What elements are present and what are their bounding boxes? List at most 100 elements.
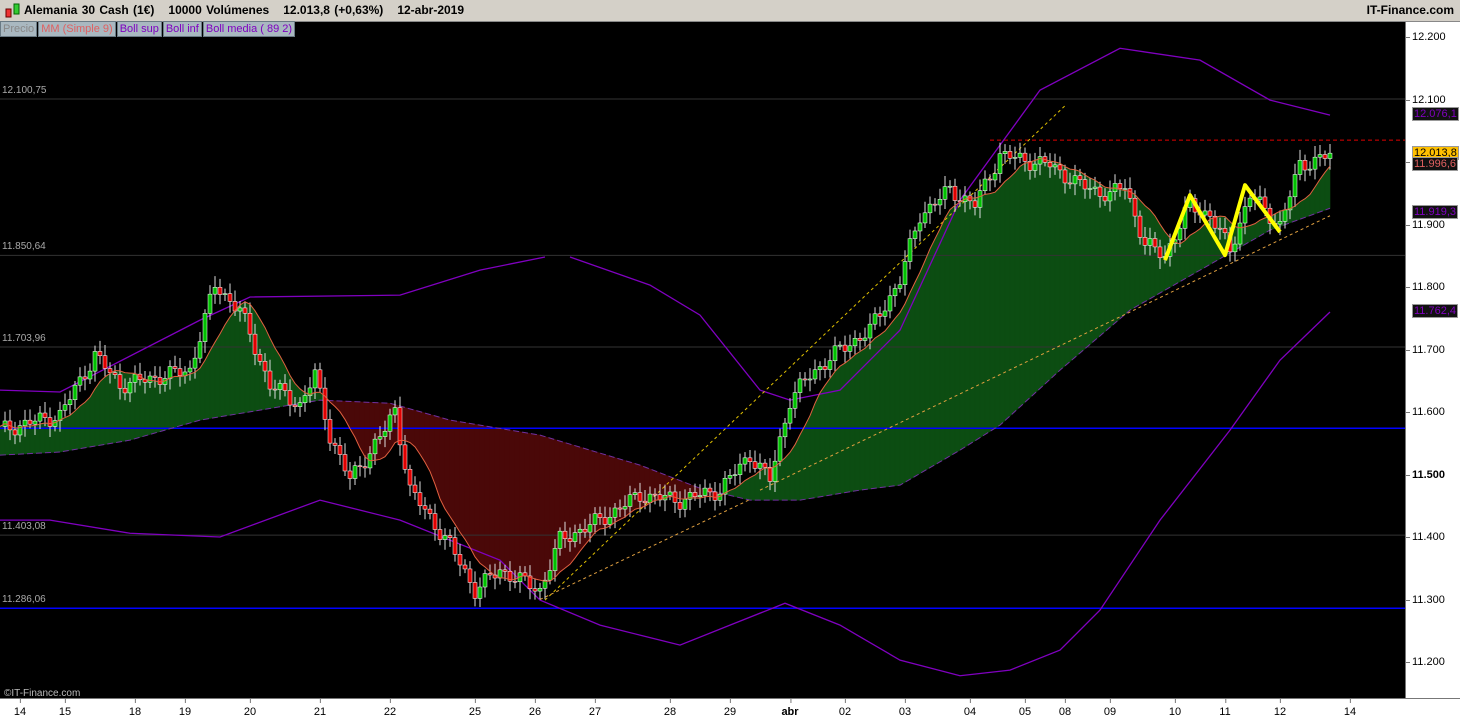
cloud-fill [514,430,521,581]
candle-body [1032,163,1038,171]
candle-body [1062,169,1068,184]
candle-body [462,564,468,570]
y-tick-label: 11.400 [1406,531,1445,543]
cloud-fill [559,440,566,573]
candle-body [1017,152,1023,158]
candle-body [1067,182,1073,185]
candle-body [1312,156,1318,170]
cloud-fill [94,380,101,447]
cloud-fill [404,407,411,443]
cloud-fill [1099,183,1106,337]
x-tick-label: 27 [588,699,602,718]
cloud-fill [939,217,946,463]
candle-body [857,338,863,341]
cloud-fill [184,373,191,425]
cloud-fill [974,196,981,442]
level-label: 11.703,96 [2,333,46,345]
price-chart[interactable] [0,0,1405,698]
cloud-fill [199,359,206,421]
candle-body [72,384,78,400]
cloud-fill [174,376,181,428]
candle-body [92,351,98,372]
candle-body [732,474,738,476]
cloud-fill [749,474,756,501]
candle-body [627,494,633,507]
candle-body [257,354,263,362]
x-tick-label: 14 [1343,699,1357,718]
candle-body [667,491,673,496]
cloud-fill [744,477,751,501]
candle-body [652,493,658,496]
time-axis[interactable]: 14 15 18 19 20 21 22 25 26 27 28 29 abr 02 03 04 05 08 09 1… [0,698,1460,721]
cloud-fill [869,337,876,490]
cloud-fill [1059,162,1066,371]
cloud-fill [1014,165,1021,413]
cloud-fill [914,272,921,477]
candle-body [887,295,893,312]
cloud-fill [229,309,236,416]
candle-body [612,507,618,518]
legend-item[interactable]: MM (Simple 9) [38,21,116,37]
candle-body [997,153,1003,174]
cloud-fill [954,201,961,454]
candle-body [337,445,343,455]
y-tick-label: 11.700 [1406,343,1445,356]
x-tick-label: 19 [178,699,192,718]
legend-item[interactable]: Boll inf [162,21,202,37]
candle-body [132,373,138,383]
cloud-fill [1149,208,1156,300]
candle-body [1302,160,1308,171]
cloud-fill [919,260,926,474]
candle-body [1087,188,1093,190]
legend-item[interactable]: Boll sup [116,21,162,37]
candle-body [572,532,578,542]
cloud-fill [354,401,361,449]
candle-body [862,337,868,341]
candle-body [1047,162,1053,168]
x-tick-label: 09 [1103,699,1117,718]
candle-body [777,436,783,462]
candle-body [477,586,483,599]
candle-body [817,366,823,371]
candle-body [432,513,438,530]
candle-body [947,185,953,188]
cloud-fill [1104,186,1111,333]
cloud-fill [1199,222,1206,271]
candle-body [752,461,758,469]
cloud-fill [884,324,891,488]
legend-item[interactable]: Boll media ( 89 2) [202,21,296,37]
cloud-fill [179,375,186,427]
cloud-fill [1034,158,1041,394]
candle-body [197,341,203,359]
legend-item[interactable]: Precio [0,21,38,37]
candle-body [602,517,608,525]
cloud-fill [1009,171,1016,417]
candle-body [372,438,378,455]
candle-body [1297,160,1303,175]
candle-body [1232,243,1238,253]
candle-body [487,573,493,576]
candle-body [417,492,423,507]
candle-body [147,375,153,383]
price-axis[interactable]: 12.20012.10012.00011.90011.80011.70011.6… [1405,22,1460,698]
candle-body [782,422,788,438]
candle-body [622,506,628,510]
candle-body [807,378,813,381]
candle-body [637,492,643,502]
candle-body [412,484,418,493]
cloud-fill [634,463,641,510]
x-tick-label: abr [781,699,799,718]
candle-body [977,190,983,208]
candle-body [852,338,858,347]
cloud-fill [499,428,506,579]
y-tick-label: 11.600 [1406,406,1445,418]
candle-body [882,310,888,317]
y-tick-label: 11.800 [1406,281,1445,293]
cloud-fill [789,443,796,501]
cloud-fill [1029,159,1036,399]
cloud-fill [1019,162,1026,408]
cloud-fill [239,301,246,414]
x-tick-label: 02 [838,699,852,718]
candle-body [287,390,293,406]
cloud-fill [149,379,156,435]
